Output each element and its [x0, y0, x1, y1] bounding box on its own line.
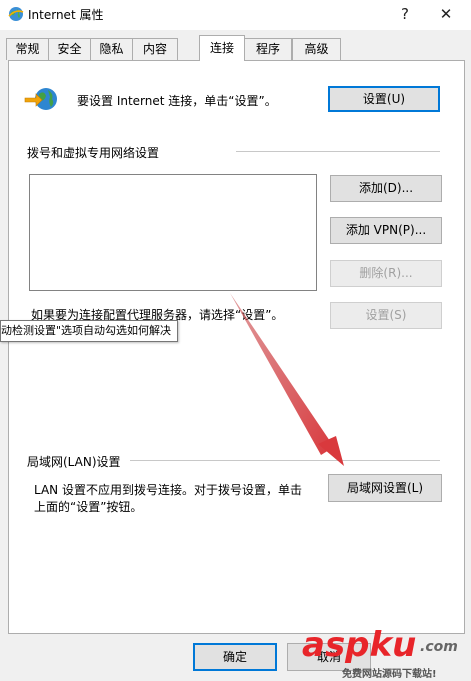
- title-bar: Internet 属性 ? ✕: [0, 0, 471, 30]
- tab-advanced[interactable]: 高级: [292, 38, 341, 60]
- lan-settings-button[interactable]: 局域网设置(L): [328, 474, 442, 502]
- lan-section-label: 局域网(LAN)设置: [27, 453, 127, 470]
- ok-button[interactable]: 确定: [193, 643, 277, 671]
- cancel-button[interactable]: 取消: [287, 643, 371, 671]
- add-connection-button[interactable]: 添加(D)...: [330, 175, 442, 202]
- watermark-domain: .com: [420, 639, 458, 655]
- tooltip: 动检测设置"选项自动勾选如何解决: [0, 320, 179, 342]
- tab-security[interactable]: 安全: [48, 38, 91, 60]
- tab-connections[interactable]: 连接: [199, 35, 245, 61]
- internet-globe-icon: [8, 6, 24, 22]
- lan-instructions-line2: 上面的“设置”按钮。: [34, 500, 143, 514]
- tab-content[interactable]: 内容: [132, 38, 178, 60]
- dialup-settings-button[interactable]: 设置(S): [330, 302, 442, 329]
- network-globe-icon: [24, 84, 60, 114]
- tooltip-text: 动检测设置"选项自动勾选如何解决: [1, 324, 172, 337]
- tab-general[interactable]: 常规: [6, 38, 49, 60]
- remove-connection-button[interactable]: 删除(R)...: [330, 260, 442, 287]
- setup-button[interactable]: 设置(U): [328, 86, 440, 112]
- dialup-section-label: 拨号和虚拟专用网络设置: [27, 144, 166, 161]
- help-button[interactable]: ?: [390, 2, 420, 26]
- lan-section-divider: [130, 460, 440, 461]
- setup-instructions: 要设置 Internet 连接，单击“设置”。: [77, 94, 277, 108]
- window-title: Internet 属性: [28, 8, 104, 22]
- dialup-section-divider: [236, 151, 440, 152]
- connections-listbox[interactable]: [29, 174, 317, 291]
- add-vpn-button[interactable]: 添加 VPN(P)...: [330, 217, 442, 244]
- close-button[interactable]: ✕: [431, 2, 461, 26]
- lan-instructions-line1: LAN 设置不应用到拨号连接。对于拨号设置，单击: [34, 483, 302, 497]
- tab-privacy[interactable]: 隐私: [90, 38, 133, 60]
- tab-programs[interactable]: 程序: [244, 38, 292, 60]
